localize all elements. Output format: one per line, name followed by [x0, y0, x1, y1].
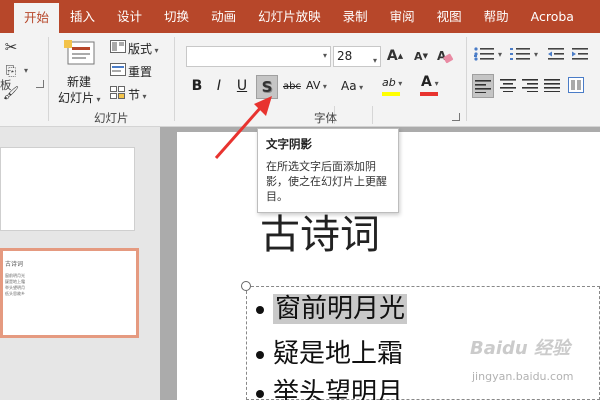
tab-help[interactable]: 帮助	[473, 0, 520, 33]
highlight-color-swatch	[382, 92, 400, 96]
bullet-item[interactable]: 举头望明月	[256, 372, 403, 400]
thumbnail-title: 古诗词	[5, 261, 24, 268]
chevron-down-icon: ▾	[356, 83, 364, 92]
change-case-button[interactable]: Aa ▾	[341, 79, 363, 93]
chevron-down-icon: ▾	[140, 92, 147, 101]
copy-dropdown-icon[interactable]: ▾	[24, 66, 28, 75]
new-slide-label-2[interactable]: 幻灯片 ▾	[58, 89, 101, 106]
ribbon-separator	[372, 106, 373, 124]
bullets-icon-glyph[interactable]	[474, 46, 496, 62]
thumbnail-lines: 窗前明月光 疑是地上霜 举头望明月 低头思故乡	[5, 273, 25, 296]
justify-icon[interactable]	[544, 78, 560, 92]
ribbon-tab-bar: 开始 插入 设计 切换 动画 幻灯片放映 录制 审阅 视图 帮助 Acroba	[0, 0, 600, 33]
watermark-logo: Baidu 经验	[470, 338, 571, 359]
align-right-icon[interactable]	[522, 78, 538, 92]
chevron-down-icon: ▾	[94, 95, 101, 104]
chevron-down-icon: ▾	[395, 79, 403, 88]
chevron-down-icon[interactable]: ▾	[323, 51, 327, 60]
character-spacing-button[interactable]: AV ▾	[306, 79, 327, 92]
tab-insert[interactable]: 插入	[59, 0, 106, 33]
font-size-combobox[interactable]: 28 ▾	[333, 46, 381, 67]
font-name-combobox[interactable]: ▾	[186, 46, 331, 67]
new-slide-icon[interactable]	[64, 40, 98, 70]
watermark-url: jingyan.baidu.com	[472, 370, 574, 383]
text-shadow-tooltip: 文字阴影 在所选文字后面添加阴影，使之在幻灯片上更醒目。	[257, 128, 399, 213]
grow-font-icon[interactable]: A ▲	[386, 47, 404, 65]
reset-button[interactable]: 重置	[128, 63, 152, 80]
chevron-down-icon: ▾	[431, 79, 439, 88]
slide-thumbnail-1[interactable]	[0, 147, 135, 231]
align-left-icon	[475, 80, 491, 93]
clear-formatting-icon[interactable]: A	[436, 47, 454, 65]
chevron-down-icon: ▾	[152, 46, 159, 55]
baidu-watermark: Baidu 经验 jingyan.baidu.com	[470, 334, 596, 394]
tab-design[interactable]: 设计	[106, 0, 153, 33]
bullet-item[interactable]: 疑是地上霜	[256, 333, 403, 370]
bullet-item[interactable]: 窗前明月光	[256, 288, 408, 325]
tab-acrobat[interactable]: Acroba	[520, 0, 585, 33]
numbering-icon[interactable]	[510, 46, 532, 62]
chevron-down-icon[interactable]: ▾	[534, 50, 538, 59]
clipboard-launcher-icon[interactable]	[36, 80, 44, 88]
decrease-indent-icon[interactable]	[548, 46, 566, 62]
strikethrough-button[interactable]: abc	[282, 76, 302, 98]
font-group-label: 字体	[314, 111, 337, 125]
tab-transitions[interactable]: 切换	[153, 0, 200, 33]
increase-indent-icon[interactable]	[572, 46, 590, 62]
font-color-icon: A	[421, 74, 432, 90]
clipboard-group-label: 板	[0, 78, 12, 92]
shrink-font-icon[interactable]: A ▼	[412, 47, 430, 65]
section-icon[interactable]	[110, 86, 126, 99]
chevron-down-icon[interactable]: ▾	[498, 50, 502, 59]
bold-button[interactable]: B	[188, 75, 206, 97]
selected-text: 窗前明月光	[273, 294, 408, 324]
rotation-handle[interactable]	[241, 281, 251, 291]
tab-review[interactable]: 审阅	[379, 0, 426, 33]
ribbon-separator	[48, 37, 49, 121]
new-slide-label[interactable]: 新建	[67, 73, 91, 90]
tab-view[interactable]: 视图	[426, 0, 473, 33]
tab-animations[interactable]: 动画	[200, 0, 247, 33]
slide-thumbnail-2[interactable]: 古诗词 窗前明月光 疑是地上霜 举头望明月 低头思故乡	[0, 248, 139, 338]
tab-slideshow[interactable]: 幻灯片放映	[247, 0, 332, 33]
ribbon-separator	[174, 37, 175, 121]
layout-icon[interactable]	[110, 40, 126, 53]
tab-home[interactable]: 开始	[14, 3, 60, 33]
font-size-value: 28	[337, 49, 353, 63]
bullet-dot-icon	[256, 350, 264, 359]
highlight-button[interactable]: ab ▾	[382, 76, 402, 89]
ribbon-separator	[466, 37, 467, 121]
font-launcher-icon[interactable]	[452, 113, 460, 121]
columns-icon[interactable]	[568, 77, 584, 93]
align-center-icon[interactable]	[500, 78, 516, 92]
bullet-dot-icon	[256, 305, 264, 314]
slides-group-label: 幻灯片	[94, 111, 129, 125]
cut-icon[interactable]: ✂	[2, 38, 20, 56]
tab-record[interactable]: 录制	[332, 0, 379, 33]
reset-icon[interactable]	[110, 63, 126, 76]
section-button[interactable]: 节 ▾	[128, 86, 147, 103]
chevron-down-icon[interactable]: ▾	[373, 51, 377, 70]
align-left-button[interactable]	[472, 74, 494, 98]
chevron-down-icon: ▾	[320, 82, 327, 91]
font-color-button[interactable]: A ▾	[421, 74, 439, 90]
tooltip-title: 文字阴影	[266, 137, 312, 151]
annotation-arrow-icon	[214, 96, 272, 159]
bullet-dot-icon	[256, 389, 264, 398]
layout-button[interactable]: 版式 ▾	[128, 40, 159, 57]
highlight-icon: ab	[382, 76, 396, 89]
tooltip-body: 在所选文字后面添加阴影，使之在幻灯片上更醒目。	[266, 160, 387, 203]
font-color-swatch	[420, 92, 438, 96]
